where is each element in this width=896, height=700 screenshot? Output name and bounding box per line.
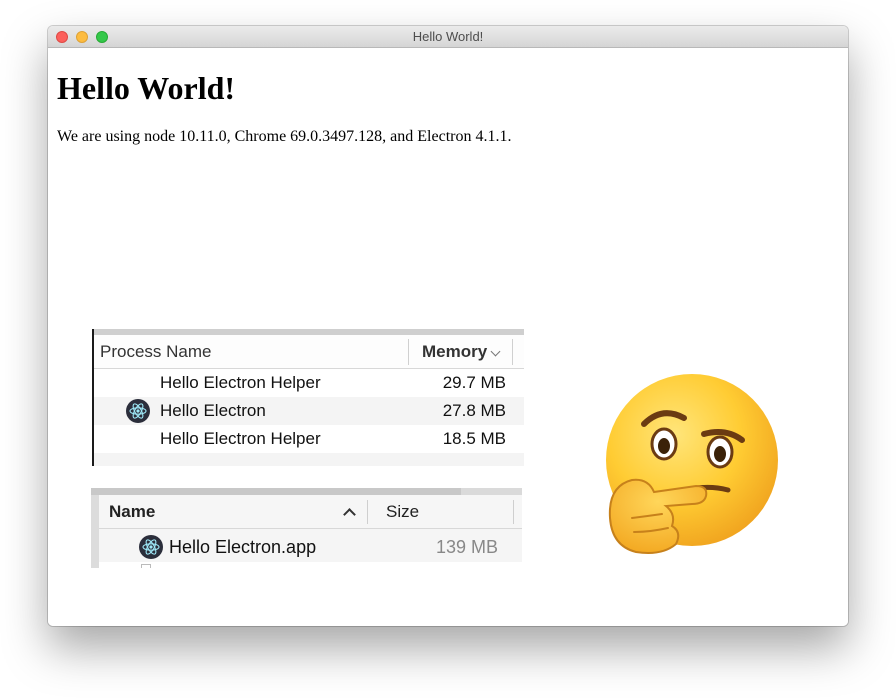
column-header-size[interactable]: Size xyxy=(386,495,419,529)
process-memory: 18.5 MB xyxy=(442,429,506,448)
column-divider xyxy=(367,500,368,524)
table-row[interactable]: Hello Electron 27.8 MB xyxy=(94,397,524,425)
table-row[interactable]: Hello Electron Helper 18.5 MB xyxy=(94,425,524,453)
toolbar-edge xyxy=(91,488,461,495)
file-name: Hello Electron.app xyxy=(169,537,317,557)
column-divider xyxy=(513,500,514,524)
file-size: 139 MB xyxy=(435,537,498,557)
table-footer xyxy=(94,453,524,466)
thinking-face-emoji xyxy=(592,368,784,560)
versions-text: We are using node 10.11.0, Chrome 69.0.3… xyxy=(57,128,512,145)
electron-icon xyxy=(126,399,150,423)
process-name: Hello Electron Helper xyxy=(160,429,321,448)
chevron-up-icon xyxy=(343,508,356,521)
electron-icon xyxy=(139,535,163,559)
column-header-name[interactable]: Name xyxy=(109,495,155,529)
sidebar-edge xyxy=(91,495,99,568)
page-heading: Hello World! xyxy=(57,70,236,106)
process-memory: 27.8 MB xyxy=(442,401,506,420)
activity-monitor-snippet: Process Name Memory Hello Electron Helpe… xyxy=(92,329,524,466)
column-divider xyxy=(408,339,409,365)
window-title: Hello World! xyxy=(412,29,484,44)
file-icon xyxy=(141,564,151,568)
process-name: Hello Electron Helper xyxy=(160,373,321,392)
table-row[interactable]: Hello Electron Helper 29.7 MB xyxy=(94,369,524,397)
process-name: Hello Electron xyxy=(160,401,266,420)
file-table-header: Name Size xyxy=(99,495,522,529)
process-table-header: Process Name Memory xyxy=(94,335,524,369)
toolbar-edge xyxy=(461,488,522,495)
desktop: Hello World! Hello World! We are using n… xyxy=(0,0,896,700)
column-divider xyxy=(512,339,513,365)
file-row[interactable]: Hello Electron.app 139 MB xyxy=(99,529,522,562)
chevron-down-icon xyxy=(490,346,501,357)
column-header-memory[interactable]: Memory xyxy=(422,335,487,369)
column-header-process-name[interactable]: Process Name xyxy=(100,335,211,369)
process-memory: 29.7 MB xyxy=(442,373,506,392)
title-bar[interactable]: Hello World! xyxy=(48,26,848,48)
finder-snippet: Name Size Hello Electron.app 139 MB xyxy=(91,488,522,568)
